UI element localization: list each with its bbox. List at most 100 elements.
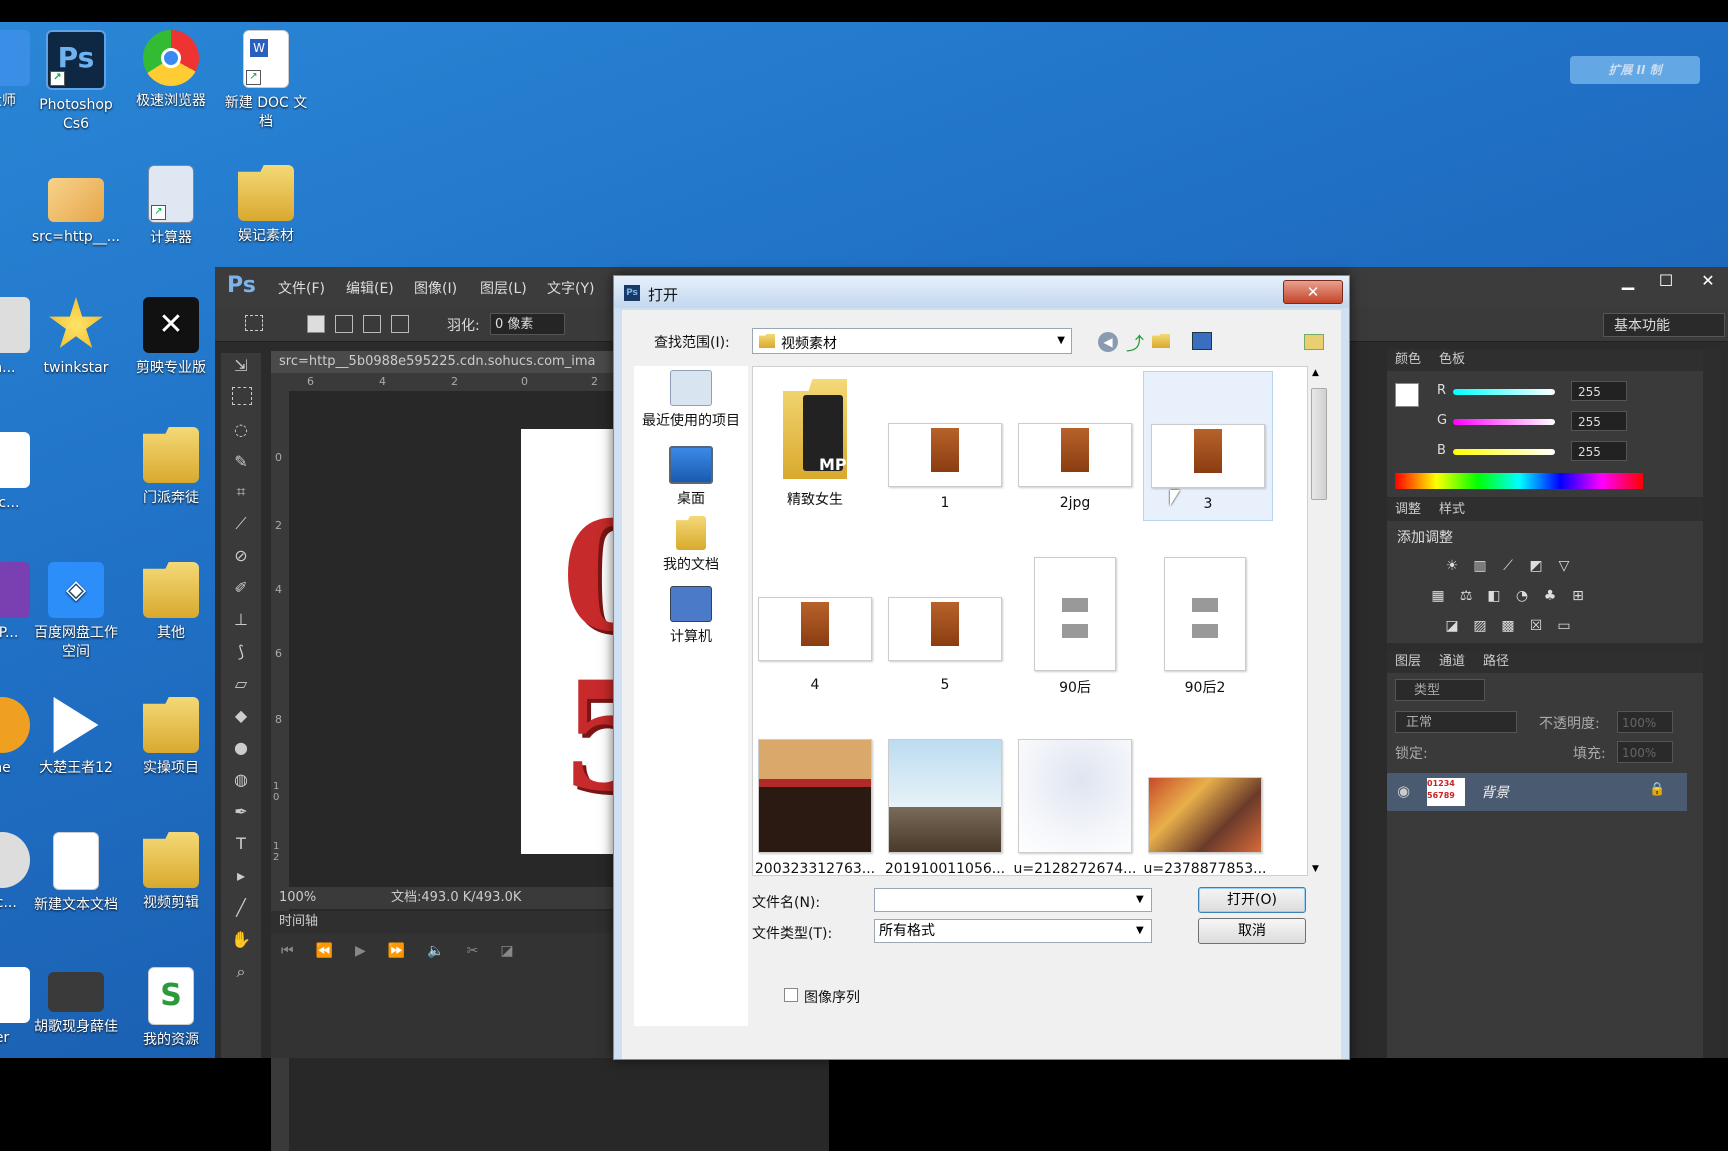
zoom-tool-icon[interactable]: ⌕ — [229, 961, 253, 983]
scroll-thumb[interactable] — [1311, 388, 1327, 500]
visibility-eye-icon[interactable]: ◉ — [1397, 782, 1410, 800]
open-button[interactable]: 打开(O) — [1198, 887, 1306, 913]
filename-input[interactable] — [874, 888, 1152, 912]
desktop-icon-folder[interactable]: 门派奔徒 — [125, 427, 217, 508]
menu-layer[interactable]: 图层(L) — [480, 278, 527, 298]
tab-color[interactable]: 颜色 — [1395, 352, 1421, 367]
place-recent[interactable]: 最近使用的项目 — [634, 370, 748, 430]
type-tool-icon[interactable]: T — [229, 833, 253, 855]
desktop-icon-browser[interactable]: 极速浏览器 — [125, 30, 217, 111]
layer-filter-select[interactable]: 类型 — [1395, 679, 1485, 701]
file-item-folder[interactable]: MP4 精致女生 — [753, 375, 877, 509]
zoom-level[interactable]: 100% — [279, 887, 316, 909]
file-item[interactable]: 4 — [753, 557, 877, 693]
scroll-up-icon[interactable]: ▲ — [1312, 368, 1319, 378]
color-spectrum[interactable] — [1395, 473, 1643, 489]
b-value-input[interactable]: 255 — [1571, 441, 1627, 461]
filetype-select[interactable]: 所有格式 — [874, 919, 1152, 943]
desktop-icon-image[interactable]: src=http__... — [30, 170, 122, 247]
file-item[interactable]: 1 — [883, 375, 1007, 511]
desktop-icon-folder[interactable]: 娱记素材 — [220, 165, 312, 246]
brush-tool-icon[interactable]: ✐ — [229, 577, 253, 599]
b-slider[interactable] — [1453, 449, 1555, 455]
tab-adjustments[interactable]: 调整 — [1395, 502, 1421, 517]
path-select-icon[interactable]: ▸ — [229, 865, 253, 887]
blur-tool-icon[interactable]: ● — [229, 737, 253, 759]
desktop-icon-twinkstar[interactable]: twinkstar — [30, 297, 122, 378]
file-item[interactable]: 5 — [883, 557, 1007, 693]
place-computer[interactable]: 计算机 — [634, 586, 748, 646]
desktop-icon-doc[interactable]: W ↗ 新建 DOC 文档 — [220, 30, 312, 132]
close-button[interactable]: ✕ — [1688, 267, 1728, 295]
crop-tool-icon[interactable]: ⌗ — [229, 481, 253, 503]
file-list-scrollbar[interactable]: ▲ ▼ — [1308, 366, 1328, 876]
desktop-icon-mp3[interactable]: 大楚王者12 — [30, 697, 122, 778]
chevron-down-icon[interactable]: ▼ — [1136, 925, 1144, 936]
subtract-selection-icon[interactable] — [363, 315, 381, 333]
hue-icon[interactable]: ▦ — [1429, 587, 1447, 605]
add-selection-icon[interactable] — [335, 315, 353, 333]
tab-swatches[interactable]: 色板 — [1439, 352, 1465, 367]
pen-tool-icon[interactable]: ✒ — [229, 801, 253, 823]
file-item[interactable]: 90后 — [1013, 557, 1137, 697]
lookin-select[interactable]: 视频素材 ▼ — [752, 328, 1072, 354]
exposure-icon[interactable]: ◩ — [1527, 557, 1545, 575]
desktop-icon-resource[interactable]: S 我的资源 — [125, 967, 217, 1050]
bw-icon[interactable]: ◧ — [1485, 587, 1503, 605]
curves-icon[interactable]: ⟋ — [1499, 557, 1517, 575]
view-menu-icon[interactable] — [1192, 332, 1212, 350]
desktop-icon-calculator[interactable]: ↗ 计算器 — [125, 165, 217, 248]
file-item[interactable]: 2jpg — [1013, 375, 1137, 511]
threshold-icon[interactable]: ▩ — [1499, 617, 1517, 635]
intersect-selection-icon[interactable] — [391, 315, 409, 333]
tab-paths[interactable]: 路径 — [1483, 654, 1509, 669]
dodge-tool-icon[interactable]: ◍ — [229, 769, 253, 791]
quick-select-icon[interactable]: ✎ — [229, 451, 253, 473]
dialog-close-button[interactable]: ✕ — [1283, 280, 1343, 304]
file-item[interactable]: u=2128272674... — [1013, 739, 1137, 875]
g-value-input[interactable]: 255 — [1571, 411, 1627, 431]
watermark-button[interactable]: 扩展 II 制 — [1570, 56, 1700, 84]
minimize-button[interactable]: ▁ — [1608, 267, 1648, 295]
line-tool-icon[interactable]: ╱ — [229, 897, 253, 919]
new-folder-icon[interactable] — [1152, 334, 1170, 348]
file-item[interactable]: u=2378877853... — [1143, 739, 1267, 875]
marquee-tool-icon[interactable] — [232, 387, 252, 405]
bucket-tool-icon[interactable]: ◆ — [229, 705, 253, 727]
new-selection-icon[interactable] — [307, 315, 325, 333]
brightness-icon[interactable]: ☀ — [1443, 557, 1461, 575]
scroll-down-icon[interactable]: ▼ — [1312, 864, 1319, 874]
hand-tool-icon[interactable]: ✋ — [229, 929, 253, 951]
menu-file[interactable]: 文件(F) — [278, 278, 325, 298]
desktop-icon-video[interactable]: 胡歌现身薛佳 — [30, 972, 122, 1037]
desktop-icon-folder[interactable]: 实操项目 — [125, 697, 217, 778]
menu-image[interactable]: 图像(I) — [414, 278, 457, 298]
desktop-icon-folder[interactable]: 其他 — [125, 562, 217, 643]
channel-mixer-icon[interactable]: ♣ — [1541, 587, 1559, 605]
desktop-icon[interactable]: 7fc... — [0, 432, 48, 513]
levels-icon[interactable]: ▥ — [1471, 557, 1489, 575]
tab-channels[interactable]: 通道 — [1439, 654, 1465, 669]
workspace-select[interactable]: 基本功能 — [1603, 313, 1725, 337]
blend-mode-select[interactable]: 正常 — [1395, 711, 1517, 733]
maximize-button[interactable]: ☐ — [1646, 267, 1686, 295]
desktop-icon-baidu[interactable]: ◈ 百度网盘工作空间 — [30, 562, 122, 662]
photo-filter-icon[interactable]: ◔ — [1513, 587, 1531, 605]
preview-icon[interactable] — [1304, 334, 1324, 350]
desktop-icon-folder[interactable]: 视频剪辑 — [125, 832, 217, 913]
file-item-selected[interactable]: 3 — [1143, 371, 1273, 521]
feather-input[interactable]: 0 像素 — [490, 313, 565, 335]
place-documents[interactable]: 我的文档 — [634, 516, 748, 574]
tab-styles[interactable]: 样式 — [1439, 502, 1465, 517]
file-item[interactable]: 200323312763... — [753, 739, 877, 875]
eraser-tool-icon[interactable]: ▱ — [229, 673, 253, 695]
desktop-icon-photoshop[interactable]: Ps ↗ Photoshop Cs6 — [30, 30, 122, 134]
up-folder-icon[interactable]: ⤴ — [1126, 330, 1144, 356]
healing-brush-icon[interactable]: ⊘ — [229, 545, 253, 567]
chevron-down-icon[interactable]: ▼ — [1136, 894, 1144, 905]
g-slider[interactable] — [1453, 419, 1555, 425]
marquee-icon[interactable] — [245, 315, 263, 331]
layer-name[interactable]: 背景 — [1481, 782, 1509, 802]
eyedropper-icon[interactable]: ⟋ — [229, 513, 253, 535]
balance-icon[interactable]: ⚖ — [1457, 587, 1475, 605]
